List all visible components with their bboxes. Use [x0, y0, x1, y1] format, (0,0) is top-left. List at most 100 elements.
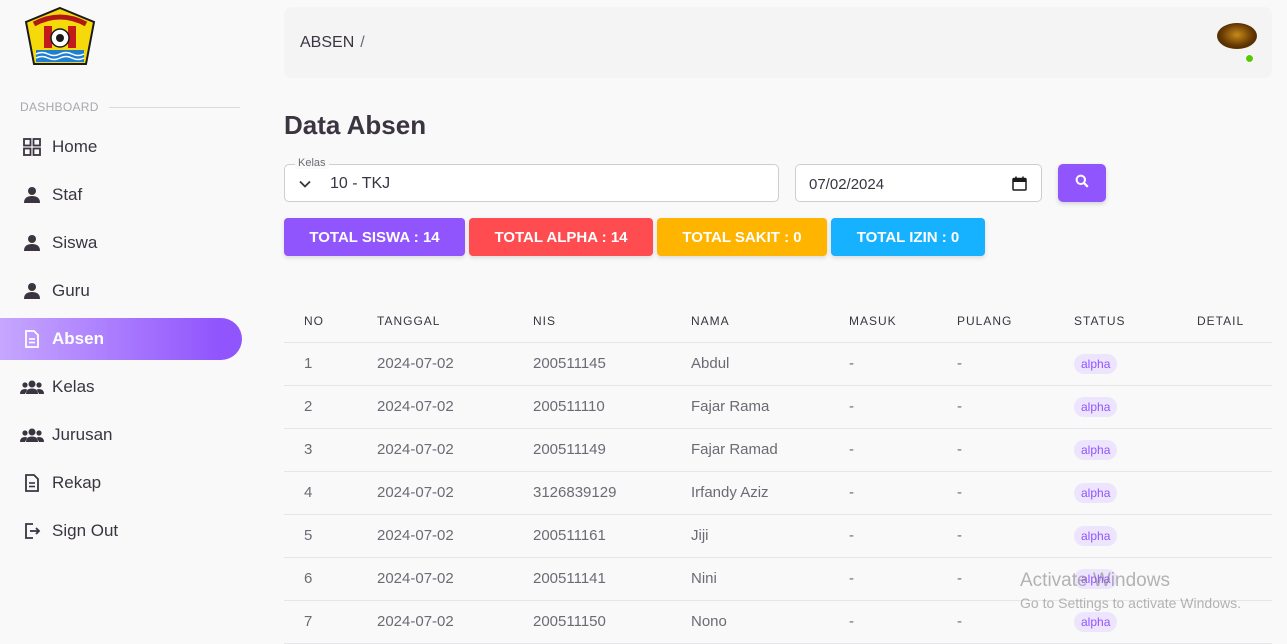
- cell-detail[interactable]: [1177, 342, 1272, 386]
- cell-no: 1: [284, 342, 357, 386]
- person-icon: [20, 279, 44, 303]
- person-icon: [20, 231, 44, 255]
- sidebar-item-home[interactable]: Home: [0, 126, 242, 168]
- cell-status: alpha: [1054, 600, 1177, 644]
- sidebar-item-label: Home: [52, 137, 98, 156]
- col-header-status: STATUS: [1054, 300, 1177, 343]
- status-badge: alpha: [1074, 353, 1118, 374]
- sidebar-item-siswa[interactable]: Siswa: [0, 222, 242, 264]
- sidebar-item-label: Staf: [52, 185, 83, 204]
- cell-status: alpha: [1054, 385, 1177, 429]
- cell-no: 3: [284, 428, 357, 472]
- cell-masuk: -: [829, 557, 937, 601]
- cell-detail[interactable]: [1177, 600, 1272, 644]
- cell-tanggal: 2024-07-02: [357, 428, 513, 472]
- status-badge: alpha: [1074, 396, 1118, 417]
- section-label-dashboard: DASHBOARD: [20, 100, 240, 114]
- cell-status: alpha: [1054, 557, 1177, 601]
- calendar-icon[interactable]: [1012, 176, 1027, 196]
- cell-detail[interactable]: [1177, 557, 1272, 601]
- search-icon: [1075, 174, 1089, 193]
- cell-pulang: -: [937, 428, 1054, 472]
- stat-buttons: TOTAL SISWA : 14 TOTAL ALPHA : 14 TOTAL …: [284, 218, 985, 256]
- table-row[interactable]: 6 2024-07-02 200511141 Nini - - alpha: [284, 557, 1272, 601]
- grid-icon: [20, 135, 44, 159]
- chevron-down-icon: [298, 177, 312, 196]
- cell-no: 5: [284, 514, 357, 558]
- sidebar-item-guru[interactable]: Guru: [0, 270, 242, 312]
- cell-no: 4: [284, 471, 357, 515]
- sidebar-item-label: Jurusan: [52, 425, 113, 444]
- avatar[interactable]: [1217, 23, 1257, 49]
- table-row[interactable]: 7 2024-07-02 200511150 Nono - - alpha: [284, 600, 1272, 644]
- status-badge: alpha: [1074, 611, 1118, 632]
- col-header-pulang: PULANG: [937, 300, 1054, 343]
- cell-masuk: -: [829, 385, 937, 429]
- status-badge: alpha: [1074, 568, 1118, 589]
- sidebar-item-sign-out[interactable]: Sign Out: [0, 510, 242, 552]
- table-row[interactable]: 2 2024-07-02 200511110 Fajar Rama - - alpha: [284, 385, 1272, 429]
- cell-status: alpha: [1054, 514, 1177, 558]
- total-sakit-button[interactable]: TOTAL SAKIT : 0: [657, 218, 827, 256]
- online-status-dot: [1245, 54, 1254, 63]
- document-icon: [20, 327, 44, 351]
- cell-detail[interactable]: [1177, 514, 1272, 558]
- school-logo[interactable]: [24, 6, 96, 66]
- date-input-value: 07/02/2024: [809, 176, 885, 193]
- sidebar-item-label: Absen: [52, 329, 104, 348]
- sidebar-item-kelas[interactable]: Kelas: [0, 366, 242, 408]
- total-siswa-button[interactable]: TOTAL SISWA : 14: [284, 218, 465, 256]
- cell-nama: Abdul: [671, 342, 829, 386]
- cell-detail[interactable]: [1177, 471, 1272, 515]
- cell-tanggal: 2024-07-02: [357, 514, 513, 558]
- cell-pulang: -: [937, 342, 1054, 386]
- cell-no: 7: [284, 600, 357, 644]
- kelas-select[interactable]: Kelas 10 - TKJ: [284, 157, 779, 202]
- status-badge: alpha: [1074, 482, 1118, 503]
- cell-nis: 200511145: [513, 342, 671, 386]
- person-icon: [20, 183, 44, 207]
- table-row[interactable]: 1 2024-07-02 200511145 Abdul - - alpha: [284, 342, 1272, 386]
- table-row[interactable]: 4 2024-07-02 3126839129 Irfandy Aziz - - alpha: [284, 471, 1272, 515]
- cell-nama: Nono: [671, 600, 829, 644]
- breadcrumb-current: ABSEN: [300, 34, 355, 51]
- cell-masuk: -: [829, 342, 937, 386]
- col-header-detail: DETAIL: [1177, 300, 1272, 343]
- col-header-no: NO: [284, 300, 357, 343]
- cell-nis: 200511161: [513, 514, 671, 558]
- page-title: Data Absen: [284, 110, 427, 140]
- cell-tanggal: 2024-07-02: [357, 600, 513, 644]
- search-button[interactable]: [1058, 164, 1106, 202]
- group-icon: [20, 375, 44, 399]
- sidebar-item-staf[interactable]: Staf: [0, 174, 242, 216]
- total-izin-button[interactable]: TOTAL IZIN : 0: [831, 218, 985, 256]
- table-row[interactable]: 5 2024-07-02 200511161 Jiji - - alpha: [284, 514, 1272, 558]
- cell-nis: 200511149: [513, 428, 671, 472]
- table-row[interactable]: 3 2024-07-02 200511149 Fajar Ramad - - alpha: [284, 428, 1272, 472]
- total-alpha-button[interactable]: TOTAL ALPHA : 14: [469, 218, 653, 256]
- col-header-nis: NIS: [513, 300, 671, 343]
- sidebar-item-label: Kelas: [52, 377, 95, 396]
- sidebar: DASHBOARD Home Staf Siswa Guru Absen Kel…: [0, 0, 260, 640]
- status-badge: alpha: [1074, 525, 1118, 546]
- sidebar-item-absen[interactable]: Absen: [0, 318, 242, 360]
- cell-nama: Irfandy Aziz: [671, 471, 829, 515]
- cell-status: alpha: [1054, 342, 1177, 386]
- sidebar-item-jurusan[interactable]: Jurusan: [0, 414, 242, 456]
- cell-nama: Fajar Rama: [671, 385, 829, 429]
- cell-nama: Fajar Ramad: [671, 428, 829, 472]
- cell-pulang: -: [937, 514, 1054, 558]
- date-input[interactable]: 07/02/2024: [795, 164, 1042, 202]
- cell-detail[interactable]: [1177, 385, 1272, 429]
- breadcrumb-separator: /: [360, 34, 365, 51]
- col-header-nama: NAMA: [671, 300, 829, 343]
- sidebar-item-label: Guru: [52, 281, 90, 300]
- document-icon: [20, 471, 44, 495]
- cell-masuk: -: [829, 428, 937, 472]
- sidebar-item-rekap[interactable]: Rekap: [0, 462, 242, 504]
- cell-pulang: -: [937, 385, 1054, 429]
- cell-detail[interactable]: [1177, 428, 1272, 472]
- cell-nis: 200511141: [513, 557, 671, 601]
- cell-nis: 200511150: [513, 600, 671, 644]
- kelas-label: Kelas: [295, 157, 329, 169]
